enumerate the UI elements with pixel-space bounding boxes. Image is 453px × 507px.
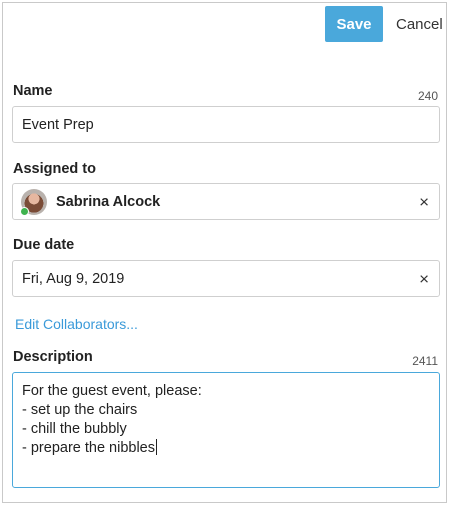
assigned-to-label: Assigned to [13, 161, 96, 177]
due-date-value: Fri, Aug 9, 2019 [22, 270, 125, 287]
edit-collaborators-link[interactable]: Edit Collaborators... [15, 316, 138, 332]
description-label: Description [13, 349, 93, 365]
clear-due-date-icon[interactable]: × [419, 270, 429, 287]
due-date-field[interactable]: Fri, Aug 9, 2019 × [12, 260, 440, 297]
name-char-counter: 240 [417, 89, 438, 103]
name-field-value: Event Prep [22, 116, 94, 133]
text-caret [156, 439, 157, 455]
assignee-name: Sabrina Alcock [56, 193, 161, 210]
online-status-icon [20, 206, 29, 216]
clear-assignee-icon[interactable]: × [419, 193, 429, 210]
assignee-field[interactable]: Sabrina Alcock × [12, 183, 440, 220]
due-date-label: Due date [13, 237, 75, 253]
save-button[interactable]: Save [325, 6, 383, 42]
description-textarea[interactable]: For the guest event, please: - set up th… [12, 372, 440, 488]
assignee-avatar [20, 188, 47, 216]
description-line: - chill the bubbly [22, 421, 127, 437]
task-edit-panel: Save Cancel Name 240 Event Prep Assigned… [2, 2, 447, 503]
cancel-button[interactable]: Cancel [396, 13, 443, 35]
name-field[interactable]: Event Prep [12, 106, 440, 143]
description-line: - prepare the nibbles [22, 440, 155, 456]
description-line: For the guest event, please: [22, 383, 202, 399]
name-label: Name [13, 83, 53, 99]
description-char-counter: 2411 [412, 354, 438, 368]
description-line: - set up the chairs [22, 402, 138, 418]
